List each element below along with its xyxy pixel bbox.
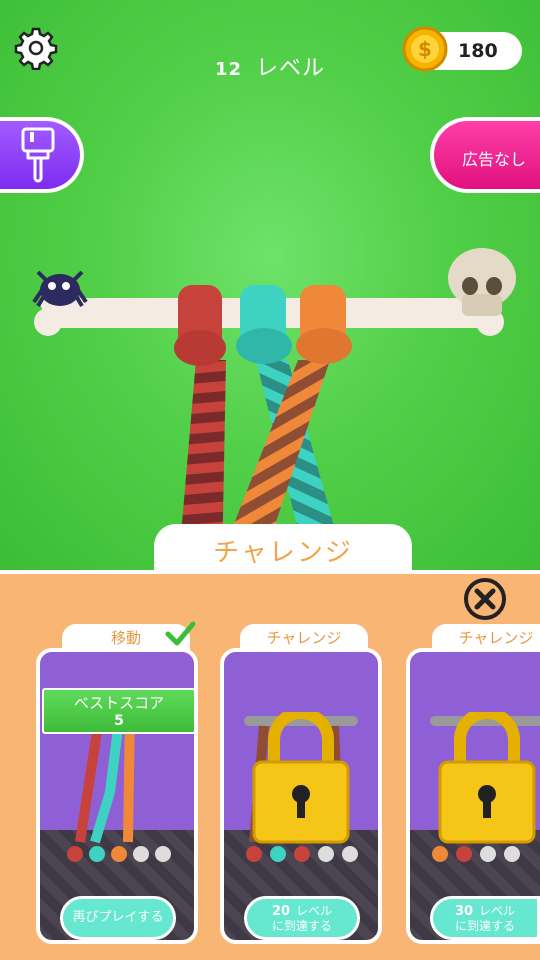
mode-tab-label: チャレンジ — [213, 538, 353, 568]
coin-count: 180 — [458, 40, 498, 62]
req-level-text: に到達する — [271, 919, 332, 933]
svg-text:$: $ — [418, 37, 432, 61]
req-level-number: 20 — [271, 904, 291, 919]
replay-button[interactable]: 再びプレイする — [60, 896, 176, 940]
req-level-unit: レベル — [479, 904, 516, 918]
no-ads-label: 広告なし — [462, 150, 527, 169]
coin-icon: $ — [402, 26, 448, 72]
level-number: 12 — [214, 59, 243, 80]
req-level-text: に到達する — [454, 919, 515, 933]
card-preview — [67, 712, 171, 862]
game-area: 12 レベル $ 180 広告なし — [0, 0, 540, 570]
level-label: レベル — [256, 56, 326, 81]
req-level-30: 30 レベル に到達する — [430, 896, 540, 940]
best-score-value: 5 — [114, 713, 124, 729]
best-score-label: ベストスコア — [73, 694, 165, 712]
rope-puzzle[interactable] — [0, 230, 540, 570]
lock-icon — [430, 712, 540, 862]
best-score-banner: ベストスコア 5 — [42, 688, 196, 734]
check-icon — [165, 621, 196, 646]
spider-icon — [32, 270, 88, 308]
close-icon[interactable] — [462, 576, 508, 622]
req-level-20: 20 レベル に到達する — [244, 896, 360, 940]
paint-brush-icon — [21, 127, 55, 183]
lock-icon — [244, 712, 358, 862]
req-level-unit: レベル — [296, 904, 333, 918]
req-level-number: 30 — [454, 904, 474, 919]
replay-label: 再びプレイする — [72, 910, 164, 925]
